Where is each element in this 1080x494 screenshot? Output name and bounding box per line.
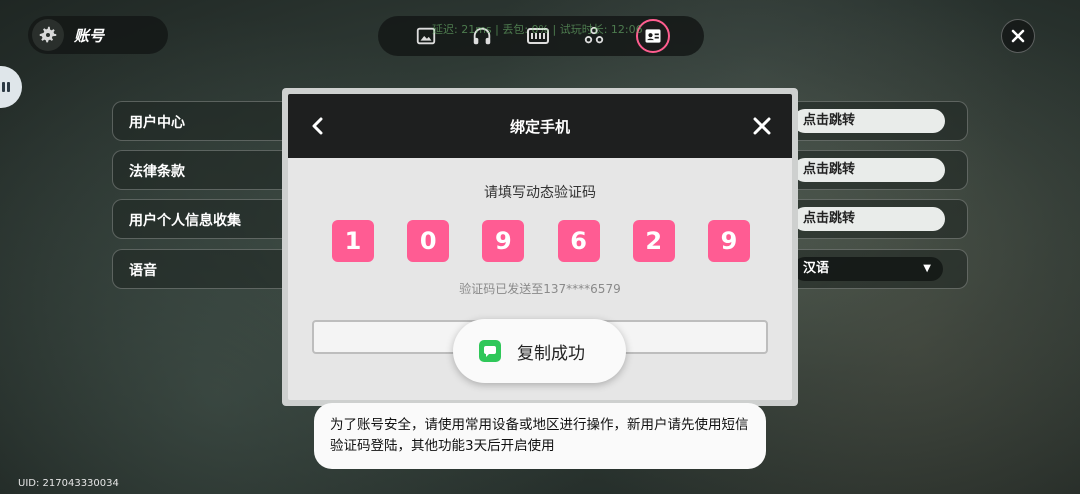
code-sent-info: 验证码已发送至137****6579 xyxy=(459,282,621,296)
code-digit: 9 xyxy=(707,220,750,262)
security-notice: 为了账号安全，请使用常用设备或地区进行操作，新用户请先使用短信验证码登陆，其他功… xyxy=(314,403,766,469)
pause-icon xyxy=(2,82,10,92)
back-button[interactable] xyxy=(306,114,330,138)
code-digits: 1 0 9 6 2 9 xyxy=(332,220,750,262)
setting-label: 语音 xyxy=(129,263,157,279)
gear-icon[interactable] xyxy=(32,19,64,51)
code-digit: 9 xyxy=(482,220,525,262)
dialog-title: 绑定手机 xyxy=(509,117,570,136)
close-icon xyxy=(1011,29,1025,43)
dialog-close-button[interactable] xyxy=(750,114,774,138)
close-settings-button[interactable] xyxy=(1001,19,1035,53)
close-icon xyxy=(753,117,771,135)
id-card-icon xyxy=(645,29,661,43)
dialog-header: 绑定手机 xyxy=(288,94,792,158)
code-digit: 1 xyxy=(332,220,374,262)
page-title: 账号 xyxy=(74,26,105,45)
jump-button[interactable]: 点击跳转 xyxy=(793,207,945,231)
code-digit: 0 xyxy=(407,220,450,262)
page-header: 账号 xyxy=(28,16,168,54)
user-id: UID: 217043330034 xyxy=(18,478,119,489)
chevron-left-icon xyxy=(312,117,323,135)
setting-label: 用户中心 xyxy=(129,115,185,131)
code-prompt: 请填写动态验证码 xyxy=(484,185,596,201)
setting-label: 用户个人信息收集 xyxy=(129,213,241,229)
network-stats: 延迟: 21ms | 丢包: 0% | 试玩时长: 12:06 xyxy=(432,23,643,36)
toast-text: 复制成功 xyxy=(517,343,585,364)
code-digit: 6 xyxy=(557,220,600,262)
dropdown-arrow-icon: ▼ xyxy=(923,263,931,274)
language-select[interactable]: 汉语 ▼ xyxy=(793,257,943,281)
jump-button[interactable]: 点击跳转 xyxy=(793,109,945,133)
setting-label: 法律条款 xyxy=(129,164,185,180)
language-select-value: 汉语 xyxy=(803,261,830,276)
code-digit: 2 xyxy=(632,220,675,262)
message-icon xyxy=(479,340,501,362)
jump-button[interactable]: 点击跳转 xyxy=(793,158,945,182)
copy-success-toast: 复制成功 xyxy=(453,319,626,383)
